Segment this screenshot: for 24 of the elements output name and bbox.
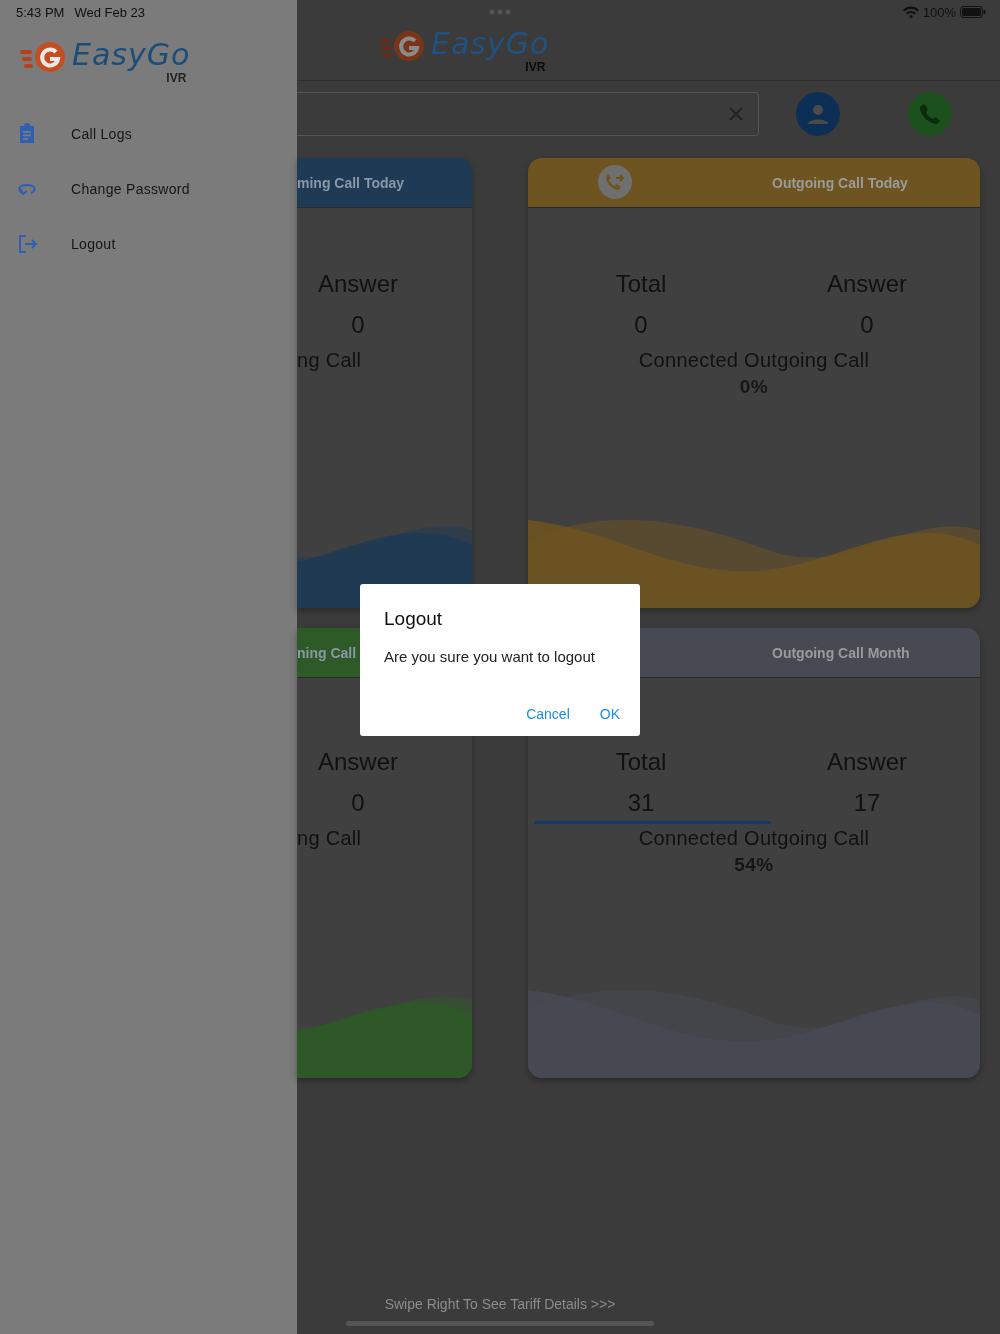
logo-wordmark: EasyGo xyxy=(72,38,191,72)
logout-icon xyxy=(17,232,39,255)
dialog-button[interactable]: OK xyxy=(589,698,630,730)
status-date: Wed Feb 23 xyxy=(74,4,145,20)
menu-item[interactable]: Change Password xyxy=(0,161,297,216)
status-time: 5:43 PM xyxy=(16,4,65,20)
call-button[interactable] xyxy=(908,92,952,136)
logo-wordmark: EasyGo xyxy=(431,27,550,61)
close-icon xyxy=(728,106,744,122)
search-field[interactable] xyxy=(297,92,759,136)
menu-item[interactable]: Logout xyxy=(0,216,297,271)
logo-subtitle: IVR xyxy=(166,72,187,84)
dialog-button[interactable]: Cancel xyxy=(516,698,580,730)
battery-icon xyxy=(960,6,986,18)
multitask-dots-icon xyxy=(489,9,511,15)
wifi-icon xyxy=(902,6,919,18)
card-header: Outgoing Call Today xyxy=(528,158,980,208)
profile-button[interactable] xyxy=(796,92,840,136)
card-header: ming Call Today xyxy=(297,158,472,208)
menu-item[interactable]: Call Logs xyxy=(0,106,297,161)
phone-icon xyxy=(919,103,941,125)
person-icon xyxy=(807,103,829,125)
hint-text: Swipe Right To See Tariff Details >>> xyxy=(384,1296,616,1312)
dialog-title: Logout xyxy=(384,608,444,630)
